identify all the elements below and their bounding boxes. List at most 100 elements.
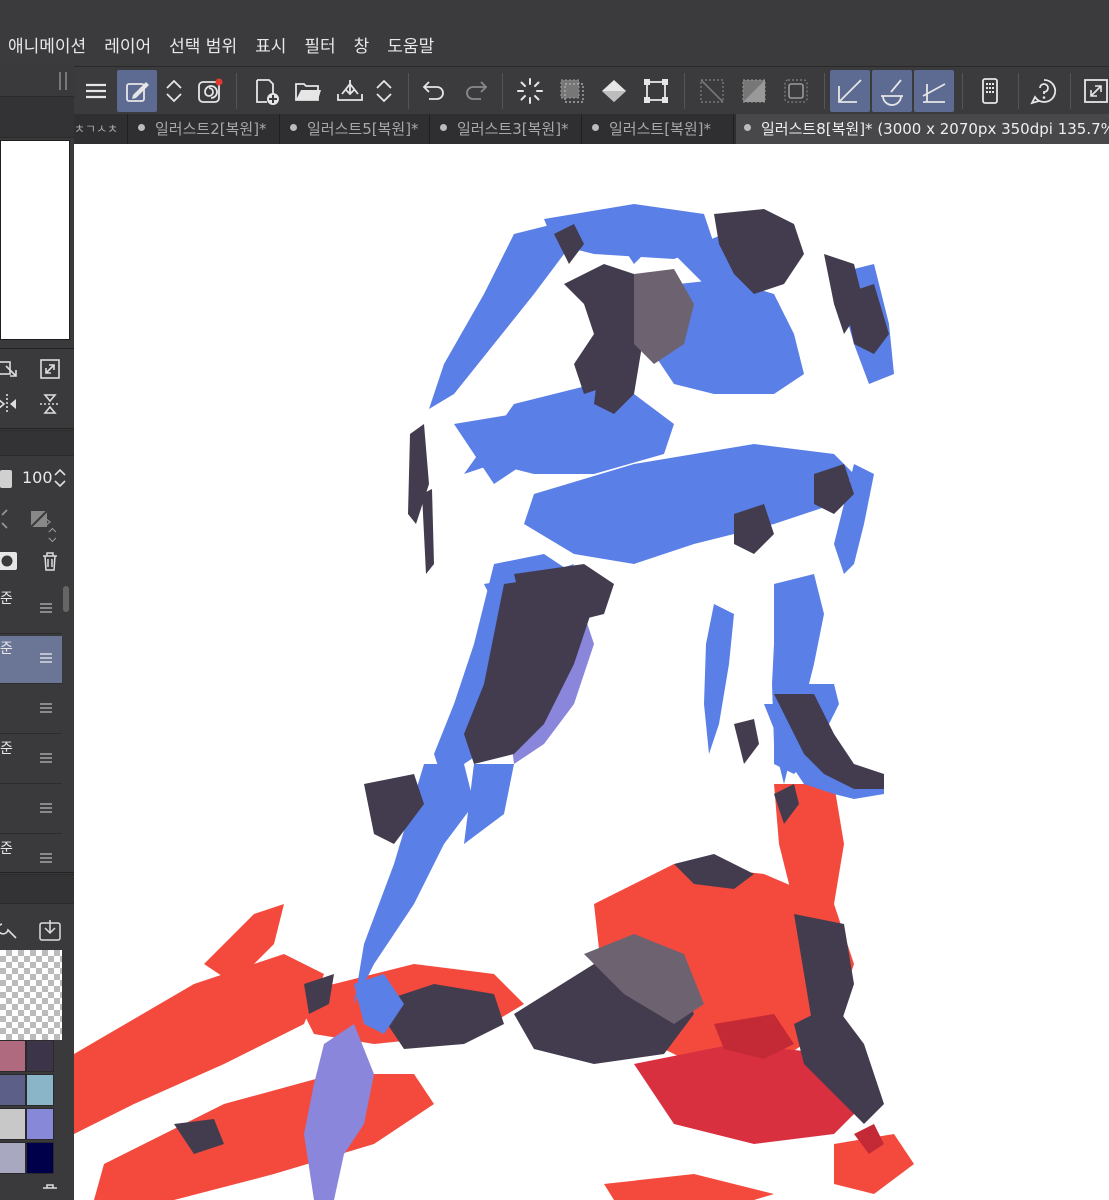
redo-button[interactable]	[456, 70, 496, 112]
layer-opacity-control: 100	[0, 464, 74, 494]
fill-button[interactable]	[594, 70, 634, 112]
record-button-icon[interactable]	[0, 548, 22, 574]
new-canvas-button[interactable]	[246, 70, 286, 112]
ruler-snap-icon	[838, 79, 862, 103]
separator	[684, 73, 685, 109]
undo-button[interactable]	[414, 70, 454, 112]
menu-filter[interactable]: 필터	[296, 34, 345, 60]
unsaved-dot-icon	[744, 124, 751, 131]
menu-icon	[86, 83, 106, 99]
import-icon[interactable]	[37, 918, 63, 944]
color-swatch[interactable]	[26, 1142, 54, 1174]
menu-view[interactable]: 표시	[247, 34, 296, 60]
help-icon	[1030, 79, 1057, 105]
menu-layer[interactable]: 레이어	[96, 34, 161, 60]
layer-row[interactable]	[0, 686, 62, 734]
layer-row[interactable]: 준	[0, 736, 62, 784]
flip-horizontal-icon[interactable]	[0, 391, 20, 417]
fullscreen-icon	[1084, 79, 1108, 103]
unsaved-dot-icon	[138, 124, 145, 131]
layer-menu-icon[interactable]	[40, 652, 52, 664]
selection-button[interactable]	[552, 70, 592, 112]
color-swatch[interactable]	[26, 1074, 54, 1106]
layer-row[interactable]	[0, 786, 62, 834]
menu-selection[interactable]: 선택 범위	[161, 34, 247, 60]
edit-layer-icon	[126, 82, 149, 102]
wrench-icon[interactable]	[0, 916, 20, 942]
menu-items: 애니메이션 레이어 선택 범위 표시 필터 창 도움말	[0, 34, 444, 60]
stepper-button[interactable]	[366, 70, 402, 112]
menu-window[interactable]: 창	[346, 34, 380, 60]
unsaved-dot-icon	[440, 124, 447, 131]
tab-document[interactable]: 일러스트5[복원]*	[282, 114, 430, 144]
layer-row[interactable]: 준	[0, 636, 62, 684]
edit-layer-button[interactable]	[117, 70, 157, 112]
color-swatch[interactable]	[0, 1142, 26, 1174]
tab-label: 일러스트2[복원]*	[155, 120, 267, 138]
loading-spinner-icon	[517, 78, 543, 104]
record-icon	[198, 78, 223, 103]
special-ruler-button[interactable]	[914, 70, 954, 112]
layer-menu-icon[interactable]	[40, 852, 52, 864]
layer-menu-icon[interactable]	[40, 802, 52, 814]
navigator-preview[interactable]	[0, 140, 70, 340]
tab-document[interactable]: 일러스트[복원]*	[584, 114, 734, 144]
color-swatch[interactable]	[0, 1040, 26, 1072]
open-file-button[interactable]	[288, 70, 328, 112]
help-button[interactable]	[1024, 70, 1064, 112]
separator	[1018, 73, 1019, 109]
transparent-color-swatch[interactable]	[0, 950, 62, 1040]
layer-menu-icon[interactable]	[40, 702, 52, 714]
selection-border-button[interactable]	[776, 70, 816, 112]
tab-document-active[interactable]: 일러스트8[복원]* (3000 x 2070px 350dpi 135.7%)	[736, 114, 1109, 144]
tab-label: ㅊㄱㅅㅊ	[74, 122, 119, 136]
expand-icon[interactable]	[37, 356, 63, 382]
layer-name: 준	[0, 841, 13, 857]
layer-menu-icon[interactable]	[40, 752, 52, 764]
color-swatch[interactable]	[26, 1040, 54, 1072]
tab-document[interactable]: 일러스트3[복원]*	[432, 114, 582, 144]
opacity-slider[interactable]	[0, 470, 12, 488]
clear-button[interactable]	[510, 70, 550, 112]
menu-button[interactable]	[76, 70, 116, 112]
unsaved-dot-icon	[592, 124, 599, 131]
export-button[interactable]	[330, 70, 370, 112]
blend-mode-stepper-icon[interactable]	[0, 506, 18, 532]
stepper-icon[interactable]	[30, 522, 66, 548]
invert-selection-button[interactable]	[734, 70, 774, 112]
rotate-layer-icon[interactable]	[0, 356, 22, 382]
selection-border-icon	[784, 79, 808, 103]
drawing-canvas[interactable]	[74, 144, 1109, 1200]
menu-animation[interactable]: 애니메이션	[0, 34, 96, 60]
snap-to-brush-button[interactable]	[872, 70, 912, 112]
tab-document[interactable]: 일러스트2[복원]*	[130, 114, 280, 144]
flip-vertical-icon[interactable]	[37, 391, 63, 417]
deselect-button[interactable]	[692, 70, 732, 112]
trash-icon[interactable]	[37, 1180, 63, 1200]
command-bar	[74, 66, 1109, 114]
layer-name: 준	[0, 591, 13, 607]
color-swatch[interactable]	[0, 1074, 26, 1106]
record-timelapse-button[interactable]	[190, 70, 230, 112]
trash-icon[interactable]	[37, 548, 63, 574]
snap-to-ruler-button[interactable]	[830, 70, 870, 112]
panel-grip-handle[interactable]	[59, 72, 67, 90]
tab-label: 일러스트3[복원]*	[457, 120, 569, 138]
divider	[0, 348, 74, 349]
menu-help[interactable]: 도움말	[379, 34, 444, 60]
layer-list: 준 준 준 준	[0, 586, 62, 884]
layer-menu-icon[interactable]	[40, 602, 52, 614]
stepper-button[interactable]	[156, 70, 192, 112]
redo-icon	[466, 81, 488, 100]
tab-document[interactable]: ㅊㄱㅅㅊ	[68, 114, 128, 144]
color-swatch[interactable]	[26, 1108, 54, 1140]
layer-scrollbar[interactable]	[63, 586, 69, 612]
layer-row[interactable]: 준	[0, 586, 62, 634]
fullscreen-button[interactable]	[1076, 70, 1109, 112]
transform-button[interactable]	[636, 70, 676, 112]
opacity-value[interactable]: 100	[22, 468, 53, 487]
artwork	[74, 204, 914, 1200]
opacity-stepper-icon[interactable]	[53, 466, 67, 490]
edge-keyboard-button[interactable]	[970, 70, 1010, 112]
color-swatch[interactable]	[0, 1108, 26, 1140]
